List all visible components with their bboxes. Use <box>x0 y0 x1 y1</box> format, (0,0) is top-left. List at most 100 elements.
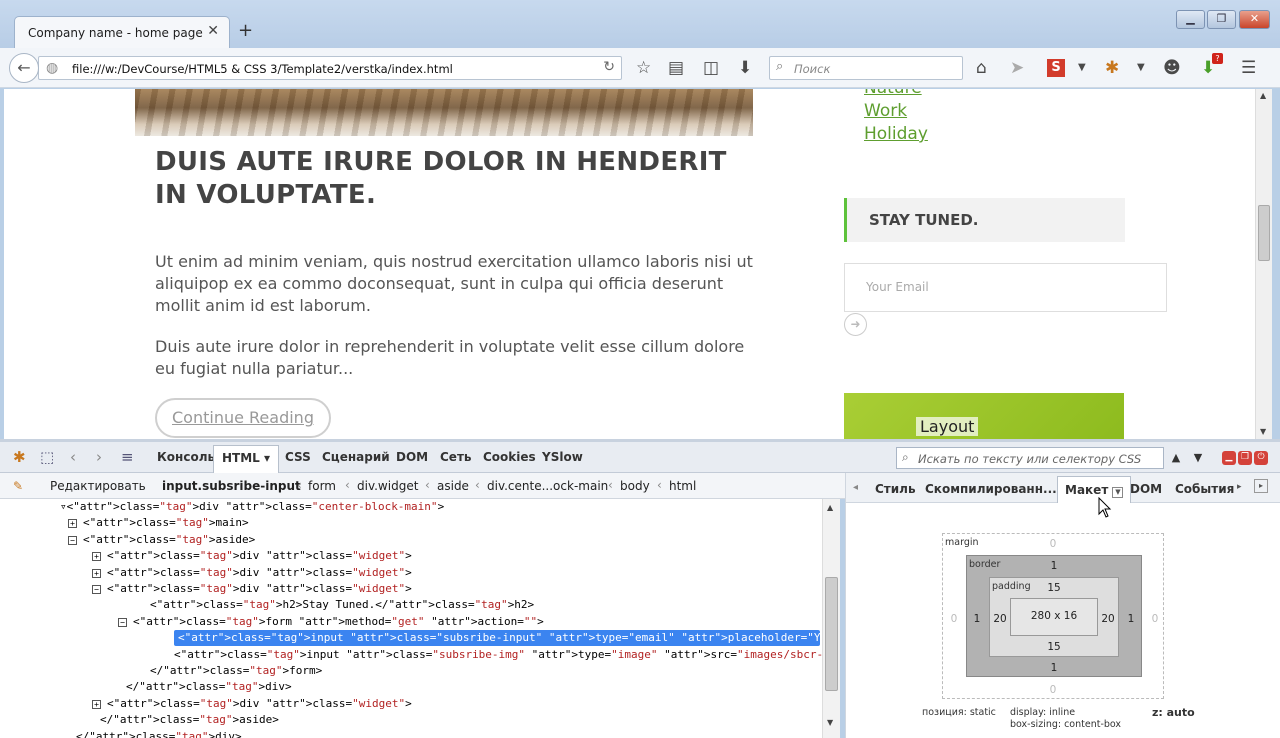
side-scroll-left-icon[interactable]: ◂ <box>853 482 858 493</box>
scrollbar-thumb[interactable] <box>825 577 838 691</box>
banner-text: Layout <box>916 417 979 436</box>
category-link-holiday[interactable]: Holiday <box>864 124 928 144</box>
send-icon[interactable]: ➤ <box>1010 58 1024 78</box>
tab-net[interactable]: Сеть <box>440 450 472 464</box>
side-tab-events[interactable]: События <box>1175 482 1234 496</box>
collapse-icon[interactable]: − <box>118 617 127 627</box>
window-close-button[interactable]: ✕ <box>1239 10 1270 29</box>
scroll-up-icon[interactable]: ▲ <box>1260 91 1266 100</box>
devtools-detach-icon[interactable]: ❐ <box>1238 451 1252 465</box>
tab-cookies[interactable]: Cookies <box>483 450 536 464</box>
tree-node-row[interactable]: + <"attr">class="tag">div "attr">class="w… <box>92 565 412 581</box>
expand-icon[interactable]: + <box>92 699 101 709</box>
tree-node-row[interactable]: + <"attr">class="tag">main> <box>68 515 249 531</box>
tree-node-row[interactable]: </"attr">class="tag">div> <box>76 729 242 738</box>
edit-icon[interactable]: ✎ <box>13 479 23 493</box>
category-link-nature[interactable]: Nature <box>864 89 922 98</box>
new-tab-icon[interactable]: + <box>238 20 253 41</box>
selected-node-row[interactable]: <"attr">class="tag">input "attr">class="… <box>174 630 822 647</box>
scroll-up-icon[interactable]: ▲ <box>827 503 833 512</box>
scroll-down-icon[interactable]: ▼ <box>1260 427 1266 436</box>
command-line-icon[interactable]: ≡ <box>121 448 134 466</box>
scroll-down-icon[interactable]: ▼ <box>827 718 833 727</box>
code-scrollbar[interactable]: ▲ ▼ <box>822 499 840 738</box>
firebug-icon[interactable]: ✱ <box>1105 58 1119 78</box>
side-tab-computed[interactable]: Скомпилированн... <box>925 482 1057 496</box>
firebug-icon[interactable]: ✱ <box>13 448 26 466</box>
expand-icon[interactable]: + <box>68 519 77 529</box>
maximize-button[interactable]: ❐ <box>1207 10 1236 29</box>
tab-yslow[interactable]: YSlow <box>542 450 583 464</box>
subscribe-arrow-icon[interactable]: ➜ <box>844 313 867 336</box>
email-field[interactable]: Your Email <box>844 263 1167 312</box>
tab-script[interactable]: Сценарий <box>322 450 390 464</box>
side-scroll-right-icon[interactable]: ▸ <box>1237 482 1242 492</box>
search-prev-icon[interactable]: ▲ <box>1166 449 1186 469</box>
side-panel-menu-icon[interactable]: ▸ <box>1254 479 1268 493</box>
address-bar[interactable]: ◍ file:///w:/DevCourse/HTML5 & CSS 3/Tem… <box>38 56 622 80</box>
category-link-work[interactable]: Work <box>864 101 907 121</box>
tree-node-row[interactable]: </"attr">class="tag">aside> <box>100 712 279 728</box>
layout-panel: margin 0 0 0 0 border 1 1 1 1 padding 15… <box>845 497 1280 738</box>
tree-node-row[interactable]: + <"attr">class="tag">div "attr">class="w… <box>92 696 412 712</box>
padding-left: 20 <box>993 613 1007 625</box>
expand-icon[interactable]: + <box>92 568 101 578</box>
tree-node-row[interactable]: <"attr">class="tag">input "attr">class="… <box>174 647 822 663</box>
search-next-icon[interactable]: ▼ <box>1188 449 1208 469</box>
minimize-button[interactable]: ▁ <box>1176 10 1205 29</box>
devtools-close-icon[interactable]: ⏻ <box>1254 451 1268 465</box>
browser-tab[interactable]: Company name - home page ✕ <box>14 16 230 48</box>
expand-icon[interactable]: + <box>92 552 101 562</box>
breadcrumb-item[interactable]: html <box>669 479 696 493</box>
tree-node-row[interactable]: <"attr">class="tag">h2>Stay Tuned.</"att… <box>150 597 534 613</box>
breadcrumb-item[interactable]: div.cente...ock-main <box>487 479 608 493</box>
reading-list-icon[interactable]: ▤ <box>668 58 684 78</box>
reload-icon[interactable]: ↻ <box>603 59 615 75</box>
tab-html[interactable]: HTML ▾ <box>213 445 280 473</box>
downloads-icon[interactable]: ⬇ <box>738 58 752 78</box>
side-tab-dom[interactable]: DOM <box>1130 482 1162 496</box>
dropdown-icon[interactable]: ▼ <box>1078 58 1086 78</box>
back-icon[interactable]: ‹ <box>70 448 76 466</box>
pocket-icon[interactable]: ◫ <box>703 58 719 78</box>
border-bottom: 1 <box>1050 662 1058 674</box>
search-bar[interactable]: ⌕ Поиск <box>769 56 963 80</box>
menu-icon[interactable]: ☰ <box>1241 58 1256 78</box>
breadcrumb-item[interactable]: aside <box>437 479 469 493</box>
chat-icon[interactable]: ☻ <box>1163 58 1181 78</box>
inspect-icon[interactable]: ⬚ <box>40 448 54 466</box>
close-icon[interactable]: ✕ <box>207 23 219 39</box>
tree-node-row[interactable]: </"attr">class="tag">form> <box>150 663 322 679</box>
devtools-minimize-icon[interactable]: ▁ <box>1222 451 1236 465</box>
firebug-dropdown-icon[interactable]: ▼ <box>1137 58 1145 78</box>
back-button[interactable]: ← <box>9 53 39 83</box>
breadcrumb-item[interactable]: input.subsribe-input <box>162 479 301 493</box>
post-title: DUIS AUTE IRURE DOLOR IN HENDERIT IN VOL… <box>155 147 727 210</box>
tab-dom[interactable]: DOM <box>396 450 428 464</box>
scrollbar-thumb[interactable] <box>1258 205 1270 261</box>
stumble-icon[interactable]: S <box>1047 59 1065 77</box>
collapse-icon[interactable]: − <box>92 585 101 594</box>
home-icon[interactable]: ⌂ <box>976 58 987 78</box>
bookmark-star-icon[interactable]: ☆ <box>636 58 651 78</box>
tab-css[interactable]: CSS <box>285 450 311 464</box>
forward-icon[interactable]: › <box>96 448 102 466</box>
tree-node-row[interactable]: − <"attr">class="tag">div "attr">class="w… <box>92 581 412 597</box>
edit-button[interactable]: Редактировать <box>50 479 146 493</box>
layout-banner[interactable]: Layout <box>844 393 1124 439</box>
tree-node-row[interactable]: − <"attr">class="tag">form "attr">method=… <box>118 614 544 630</box>
tree-node-row[interactable]: ▿<"attr">class="tag">div "attr">class="c… <box>60 499 444 515</box>
side-tab-style[interactable]: Стиль <box>875 482 916 496</box>
tree-node-row[interactable]: </"attr">class="tag">div> <box>126 679 292 695</box>
breadcrumb-item[interactable]: form <box>308 479 336 493</box>
devtools-search-input[interactable]: ⌕ Искать по тексту или селектору CSS <box>896 447 1164 469</box>
breadcrumb-item[interactable]: div.widget <box>357 479 418 493</box>
tree-node-row[interactable]: − <"attr">class="tag">aside> <box>68 532 255 548</box>
collapse-icon[interactable]: − <box>68 535 77 545</box>
breadcrumb-item[interactable]: body <box>620 479 650 493</box>
tree-node-row[interactable]: + <"attr">class="tag">div "attr">class="w… <box>92 548 412 564</box>
tab-console[interactable]: Консоль <box>157 450 215 464</box>
continue-reading-button[interactable]: Continue Reading <box>155 398 331 438</box>
side-tab-layout[interactable]: Макет ▼ <box>1057 476 1132 504</box>
page-scrollbar[interactable]: ▲ ▼ <box>1255 89 1272 439</box>
